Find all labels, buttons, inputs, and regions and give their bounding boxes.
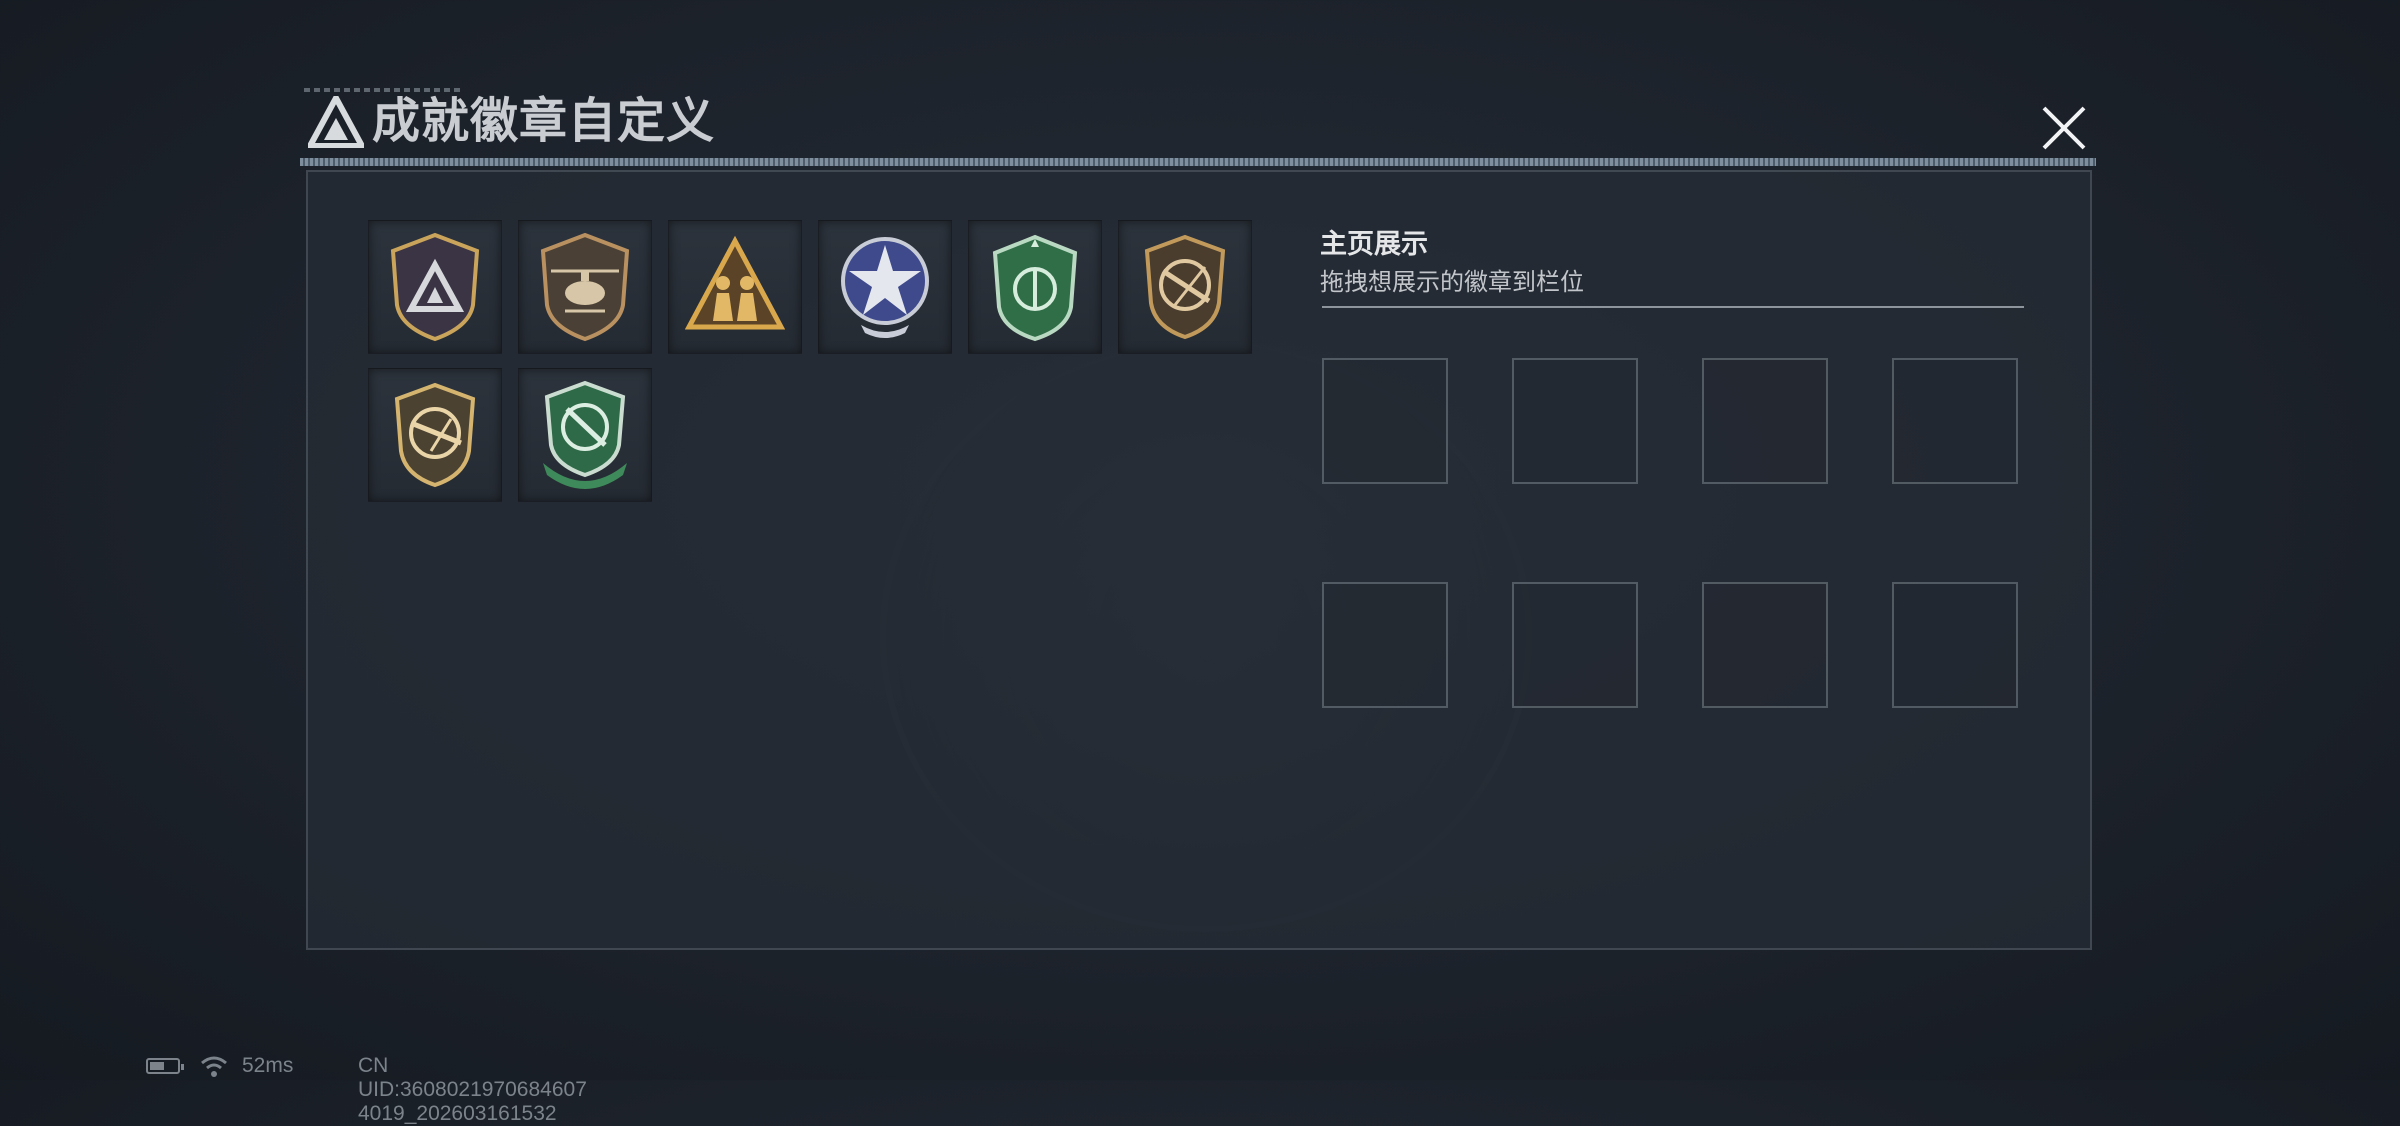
soldiers-triangle-badge-icon [685, 235, 785, 330]
display-slot[interactable] [1702, 582, 1828, 708]
display-slot[interactable] [1892, 582, 2018, 708]
badge-item-rifle[interactable] [1118, 220, 1252, 354]
triangle-logo-icon [308, 96, 364, 148]
badge-item-star-wings[interactable] [818, 220, 952, 354]
display-slot[interactable] [1322, 582, 1448, 708]
display-slot[interactable] [1322, 358, 1448, 484]
star-wings-badge-icon [841, 237, 929, 338]
display-slot[interactable] [1892, 358, 2018, 484]
badge-panel: 主页展示 拖拽想展示的徽章到栏位 [306, 170, 2092, 950]
showcase-instruction: 拖拽想展示的徽章到栏位 [1320, 269, 1584, 296]
badge-item-rifle-2[interactable] [368, 368, 502, 502]
user-uid: CN UID:3608021970684607 4019_20260316153… [358, 1054, 587, 1125]
knife-badge-icon [543, 380, 627, 489]
badge-item-triangle-shield[interactable] [368, 220, 502, 354]
badge-item-soldiers[interactable] [668, 220, 802, 354]
dialog-header: 成就徽章自定义 [300, 88, 2100, 156]
green-shield-badge-icon [992, 234, 1078, 342]
rifle-badge-2-icon [394, 382, 476, 488]
header-divider [300, 158, 2096, 166]
badge-item-knife[interactable] [518, 368, 652, 502]
title-decoration [304, 88, 464, 92]
wifi-icon [201, 1056, 227, 1077]
badge-item-green-shield[interactable] [968, 220, 1102, 354]
dialog-title: 成就徽章自定义 [372, 95, 716, 148]
display-slot[interactable] [1702, 358, 1828, 484]
showcase-title: 主页展示 [1320, 229, 1428, 259]
display-slot[interactable] [1512, 582, 1638, 708]
helicopter-badge-icon [540, 232, 630, 342]
display-slot[interactable] [1512, 358, 1638, 484]
latency-readout: 52ms [242, 1054, 294, 1077]
triangle-shield-badge-icon [390, 232, 480, 342]
badge-item-helicopter[interactable] [518, 220, 652, 354]
battery-icon [146, 1058, 184, 1074]
rifle-badge-icon [1144, 234, 1226, 340]
showcase-divider [1322, 306, 2024, 308]
close-icon[interactable] [2036, 100, 2092, 156]
